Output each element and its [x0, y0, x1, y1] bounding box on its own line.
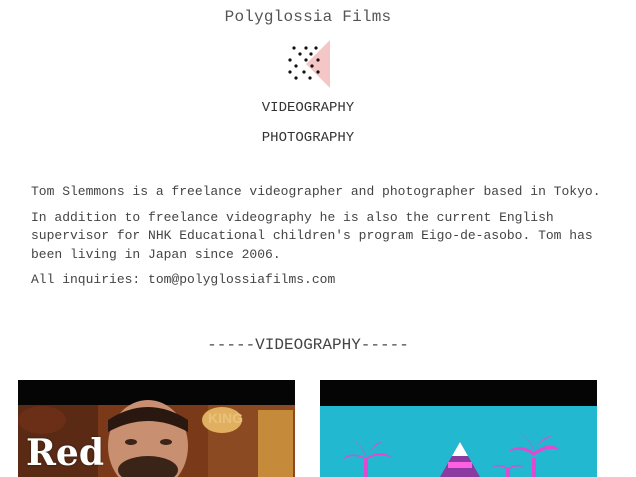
- video-thumbnail-eigo[interactable]: [320, 380, 597, 477]
- bio-paragraph-details: In addition to freelance videography he …: [31, 209, 593, 262]
- logo-pink-triangle: [306, 40, 330, 88]
- bio-section: Tom Slemmons is a freelance videographer…: [31, 183, 601, 297]
- bio-paragraph-intro: Tom Slemmons is a freelance videographer…: [31, 184, 601, 199]
- site-title[interactable]: Polyglossia Films: [0, 8, 616, 26]
- king-sign: KING: [208, 410, 243, 426]
- bio-inquiries: All inquiries: tom@polyglossiafilms.com: [31, 272, 336, 287]
- eigo-video-frame: [320, 380, 597, 477]
- video-thumbnail-red[interactable]: Red KING: [18, 380, 295, 477]
- red-video-title: Red: [26, 432, 104, 474]
- nav-photography-link[interactable]: PHOTOGRAPHY: [0, 130, 616, 146]
- nav-videography-link[interactable]: VIDEOGRAPHY: [0, 100, 616, 116]
- dot-triangle-logo-icon[interactable]: [282, 40, 334, 88]
- videography-section-heading: -----VIDEOGRAPHY-----: [207, 336, 409, 354]
